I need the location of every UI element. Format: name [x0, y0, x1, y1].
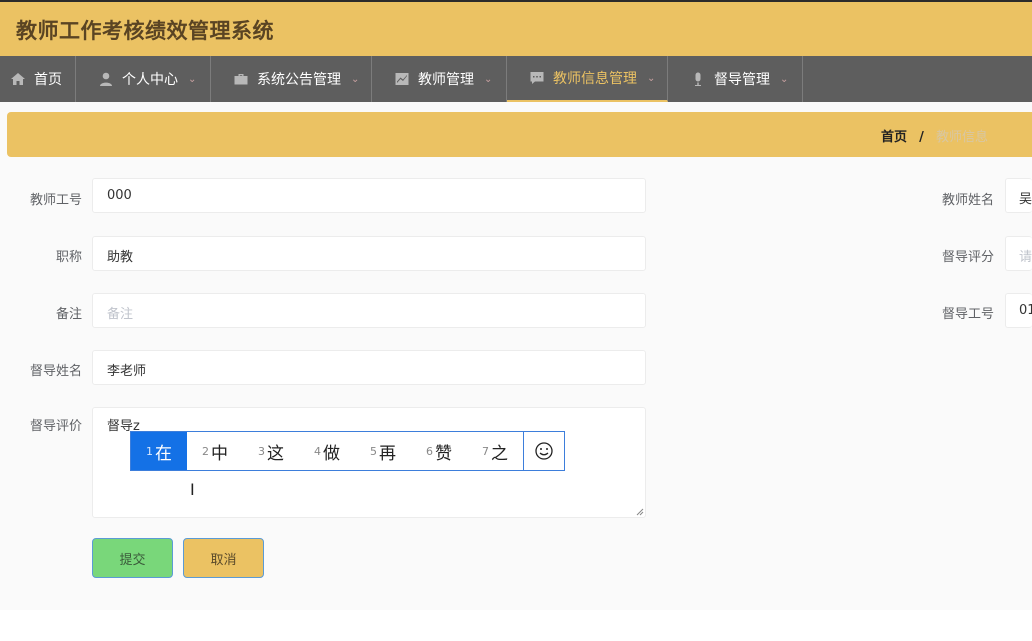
emoji-icon[interactable]	[523, 432, 564, 470]
chevron-down-icon: ⌄	[188, 73, 197, 85]
nav-item-label: 教师信息管理	[553, 71, 637, 87]
breadcrumb-current: 教师信息	[935, 130, 988, 145]
breadcrumb-separator: /	[919, 130, 924, 145]
breadcrumb: 首页 / 教师信息	[881, 126, 988, 145]
ime-candidate-number: 5	[370, 444, 377, 458]
nav-item-announcements[interactable]: 系统公告管理 ⌄	[211, 56, 372, 102]
chevron-down-icon: ⌄	[484, 73, 493, 85]
remark-field[interactable]: 备注	[92, 293, 646, 328]
header-bar: 教师工作考核绩效管理系统	[0, 0, 1032, 56]
smiley-icon	[535, 442, 553, 460]
home-icon	[10, 71, 26, 87]
ime-candidate-bar: 1 在 2 中 3 这 4 做 5 再 6 赞 7 之	[130, 431, 565, 471]
ime-candidate-number: 7	[482, 444, 489, 458]
teacher-id-field[interactable]: 000	[92, 178, 646, 213]
supervisor-comment-label: 督导评价	[29, 419, 82, 434]
title-label: 职称	[55, 250, 82, 265]
ime-candidate-text: 再	[379, 443, 396, 464]
nav-item-teacher-info[interactable]: 教师信息管理 ⌄	[507, 56, 668, 102]
nav-item-label: 个人中心	[122, 72, 178, 88]
ime-candidate[interactable]: 1 在	[131, 432, 187, 470]
breadcrumb-home-link[interactable]: 首页	[881, 130, 907, 145]
remark-label: 备注	[55, 307, 82, 322]
supervisor-score-field[interactable]: 请	[1005, 236, 1032, 271]
text-cursor-icon: I	[190, 480, 195, 499]
teacher-id-label: 教师工号	[29, 193, 82, 208]
mic-icon	[690, 71, 706, 87]
nav-item-personal-center[interactable]: 个人中心 ⌄	[76, 56, 211, 102]
ime-candidate-text: 之	[491, 443, 508, 464]
ime-candidate-text: 赞	[435, 443, 452, 464]
teacher-name-label: 教师姓名	[941, 193, 994, 208]
ime-candidate[interactable]: 5 再	[355, 432, 411, 470]
breadcrumb-bar: 首页 / 教师信息	[7, 112, 1032, 157]
page-footer-area	[0, 610, 1032, 641]
chart-icon	[394, 71, 410, 87]
ime-candidate-number: 4	[314, 444, 321, 458]
briefcase-icon	[233, 71, 249, 87]
supervisor-id-label: 督导工号	[941, 307, 994, 322]
teacher-name-field[interactable]: 吴	[1005, 178, 1032, 213]
chevron-down-icon: ⌄	[780, 73, 789, 85]
nav-item-label: 督导管理	[714, 72, 770, 88]
ime-candidate[interactable]: 7 之	[467, 432, 523, 470]
nav-item-label: 系统公告管理	[257, 72, 341, 88]
cancel-button[interactable]: 取消	[183, 538, 264, 578]
ime-candidate[interactable]: 3 这	[243, 432, 299, 470]
ime-candidate-text: 做	[323, 443, 340, 464]
submit-button[interactable]: 提交	[92, 538, 173, 578]
supervisor-name-field[interactable]: 李老师	[92, 350, 646, 385]
nav-item-label: 首页	[34, 72, 62, 88]
supervisor-name-label: 督导姓名	[29, 364, 82, 379]
ime-candidate-text: 这	[267, 443, 284, 464]
nav-item-label: 教师管理	[418, 72, 474, 88]
main-nav: 首页 个人中心 ⌄ 系统公告管理 ⌄ 教师管理 ⌄ 教师信息管理 ⌄ 督导管理 …	[0, 56, 1032, 102]
ime-candidate-number: 1	[146, 444, 153, 458]
title-field[interactable]: 助教	[92, 236, 646, 271]
user-icon	[98, 71, 114, 87]
nav-item-teacher-management[interactable]: 教师管理 ⌄	[372, 56, 507, 102]
nav-item-supervision[interactable]: 督导管理 ⌄	[668, 56, 803, 102]
supervisor-id-field[interactable]: 01	[1005, 293, 1032, 328]
resize-handle-icon[interactable]	[636, 508, 644, 516]
ime-candidate-number: 6	[426, 444, 433, 458]
ime-candidate-text: 在	[155, 443, 172, 464]
ime-candidate-number: 2	[202, 444, 209, 458]
ime-candidate[interactable]: 4 做	[299, 432, 355, 470]
message-icon	[529, 70, 545, 86]
ime-candidate-number: 3	[258, 444, 265, 458]
supervisor-score-label: 督导评分	[941, 250, 994, 265]
ime-candidate-text: 中	[211, 443, 228, 464]
chevron-down-icon: ⌄	[351, 73, 360, 85]
chevron-down-icon: ⌄	[647, 72, 656, 84]
ime-candidate[interactable]: 6 赞	[411, 432, 467, 470]
app-title: 教师工作考核绩效管理系统	[16, 19, 274, 43]
nav-item-home[interactable]: 首页	[0, 56, 76, 102]
ime-candidate[interactable]: 2 中	[187, 432, 243, 470]
